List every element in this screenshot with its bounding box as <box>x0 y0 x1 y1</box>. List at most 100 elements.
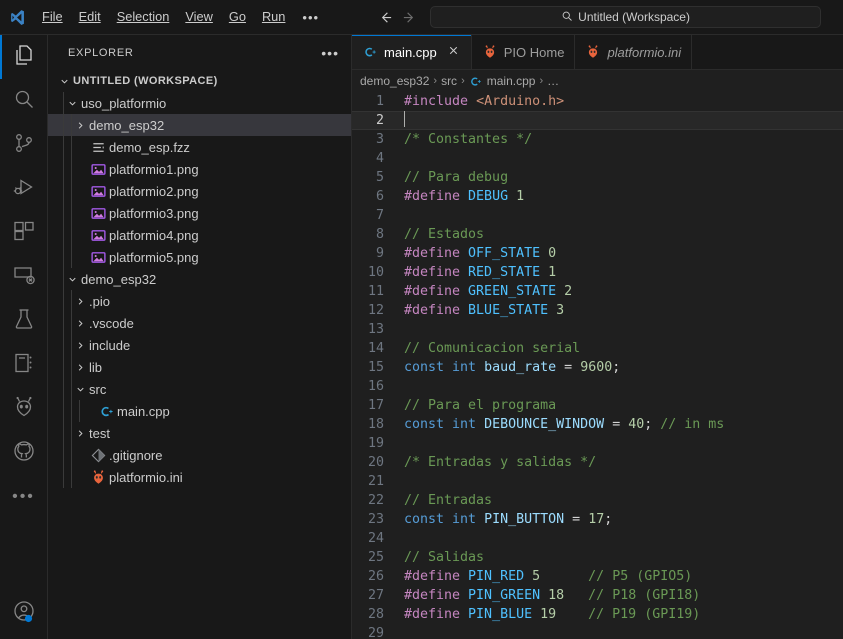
breadcrumb-segment[interactable]: main.cpp <box>487 74 536 88</box>
chevron-right-icon[interactable] <box>72 340 88 351</box>
line-number: 12 <box>367 303 384 318</box>
editor-tab-label: main.cpp <box>384 44 437 60</box>
chevron-right-icon[interactable] <box>72 428 88 439</box>
code-line[interactable]: 14 // Comunicacion serial <box>352 339 843 358</box>
menu-go[interactable]: Go <box>221 6 254 28</box>
tree-item-platformio5-png[interactable]: platformio5.png <box>48 246 351 268</box>
code-line-text: /* Entradas y salidas */ <box>404 453 596 472</box>
chevron-right-icon[interactable] <box>72 318 88 329</box>
activity-item-accounts[interactable] <box>0 591 48 635</box>
code-line[interactable]: 17 // Para el programa <box>352 396 843 415</box>
breadcrumb-segment[interactable]: demo_esp32 <box>360 74 429 88</box>
menu-view[interactable]: View <box>177 6 221 28</box>
code-line[interactable]: 4 <box>352 149 843 168</box>
chevron-right-icon[interactable] <box>72 296 88 307</box>
activity-item-source-control[interactable] <box>0 123 48 167</box>
menu-edit[interactable]: Edit <box>71 6 109 28</box>
code-line[interactable]: 18 const int DEBOUNCE_WINDOW = 40; // in … <box>352 415 843 434</box>
code-line[interactable]: 16 <box>352 377 843 396</box>
menu-file[interactable]: File <box>34 6 71 28</box>
code-line[interactable]: 12 #define BLUE_STATE 3 <box>352 301 843 320</box>
activity-item-github[interactable] <box>0 431 48 475</box>
arrow-left-icon[interactable] <box>374 6 396 28</box>
command-center-search[interactable]: Untitled (Workspace) <box>430 6 822 28</box>
activity-item-platformio[interactable] <box>0 387 48 431</box>
tree-item-pio[interactable]: .pio <box>48 290 351 312</box>
code-line[interactable]: 1 #include <Arduino.h> <box>352 92 843 111</box>
activity-item-extensions[interactable] <box>0 211 48 255</box>
code-line[interactable]: 21 <box>352 472 843 491</box>
code-line[interactable]: 29 <box>352 624 843 639</box>
navigation-arrows <box>374 6 420 28</box>
chevron-down-icon[interactable] <box>72 384 88 395</box>
activity-item-remote-explorer[interactable] <box>0 255 48 299</box>
tree-item-include[interactable]: include <box>48 334 351 356</box>
menu-more-button[interactable]: ••• <box>293 10 328 25</box>
tree-item-platformio2-png[interactable]: platformio2.png <box>48 180 351 202</box>
code-line[interactable]: 7 <box>352 206 843 225</box>
chevron-down-icon[interactable] <box>64 274 80 285</box>
code-line[interactable]: 22 // Entradas <box>352 491 843 510</box>
editor-tab-platformio-ini[interactable]: platformio.ini <box>575 35 693 69</box>
code-line[interactable]: 8 // Estados <box>352 225 843 244</box>
code-line[interactable]: 6 #define DEBUG 1 <box>352 187 843 206</box>
close-icon[interactable] <box>447 44 461 60</box>
chevron-right-icon[interactable] <box>72 120 88 131</box>
editor-tab-main-cpp[interactable]: main.cpp <box>352 35 472 69</box>
code-line[interactable]: 9 #define OFF_STATE 0 <box>352 244 843 263</box>
tree-item-demo-esp32[interactable]: demo_esp32 <box>48 268 351 290</box>
tree-item-main-cpp[interactable]: main.cpp <box>48 400 351 422</box>
tree-item-demo-esp-fzz[interactable]: demo_esp.fzz <box>48 136 351 158</box>
menu-selection[interactable]: Selection <box>109 6 178 28</box>
activity-item-run-and-debug[interactable] <box>0 167 48 211</box>
tree-item-vscode[interactable]: .vscode <box>48 312 351 334</box>
code-line[interactable]: 25 // Salidas <box>352 548 843 567</box>
tree-item-platformio-ini[interactable]: platformio.ini <box>48 466 351 488</box>
tree-item-uso-platformio[interactable]: uso_platformio <box>48 92 351 114</box>
code-line[interactable]: 20 /* Entradas y salidas */ <box>352 453 843 472</box>
code-line[interactable]: 28 #define PIN_BLUE 19 // P19 (GPI19) <box>352 605 843 624</box>
tree-item-lib[interactable]: lib <box>48 356 351 378</box>
tree-item-label: platformio2.png <box>109 183 199 199</box>
code-editor[interactable]: 1 #include <Arduino.h> 2 3/* Constantes */4… <box>352 92 843 639</box>
arrow-right-icon[interactable] <box>398 6 420 28</box>
tree-item-platformio1-png[interactable]: platformio1.png <box>48 158 351 180</box>
activity-item-notebook[interactable] <box>0 343 48 387</box>
sidebar-more-actions-button[interactable]: ••• <box>321 45 343 61</box>
code-line[interactable]: 24 <box>352 529 843 548</box>
indent-guide <box>71 466 72 488</box>
code-line[interactable]: 3 /* Constantes */ <box>352 130 843 149</box>
indent-guide <box>71 378 72 400</box>
activity-item-testing[interactable] <box>0 299 48 343</box>
tree-item-untitled-workspace[interactable]: UNTITLED (WORKSPACE) <box>48 70 351 92</box>
code-line[interactable]: 11 #define GREEN_STATE 2 <box>352 282 843 301</box>
tree-item-platformio4-png[interactable]: platformio4.png <box>48 224 351 246</box>
code-line[interactable]: 23 const int PIN_BUTTON = 17; <box>352 510 843 529</box>
sidebar-header: EXPLORER ••• <box>48 35 351 70</box>
code-line[interactable]: 2 <box>352 111 843 130</box>
code-line[interactable]: 26 #define PIN_RED 5 // P5 (GPIO5) <box>352 567 843 586</box>
chevron-down-icon[interactable] <box>64 98 80 109</box>
code-line[interactable]: 27 #define PIN_GREEN 18 // P18 (GPI18) <box>352 586 843 605</box>
activity-item-explorer[interactable] <box>0 35 48 79</box>
image-icon <box>88 250 108 265</box>
menu-file-label: File <box>42 9 63 24</box>
code-line[interactable]: 19 <box>352 434 843 453</box>
chevron-down-icon[interactable] <box>56 76 72 87</box>
menu-run[interactable]: Run <box>254 6 293 28</box>
code-line[interactable]: 15 const int baud_rate = 9600; <box>352 358 843 377</box>
activity-item-more-views[interactable]: ••• <box>0 475 48 519</box>
tree-item-test[interactable]: test <box>48 422 351 444</box>
tree-item-src[interactable]: src <box>48 378 351 400</box>
breadcrumb-segment[interactable]: src <box>441 74 457 88</box>
code-line[interactable]: 5 // Para debug <box>352 168 843 187</box>
tree-item-gitignore[interactable]: .gitignore <box>48 444 351 466</box>
breadcrumb-segment[interactable]: … <box>547 74 559 88</box>
chevron-right-icon[interactable] <box>72 362 88 373</box>
code-line[interactable]: 10 #define RED_STATE 1 <box>352 263 843 282</box>
tree-item-platformio3-png[interactable]: platformio3.png <box>48 202 351 224</box>
tree-item-demo-esp32[interactable]: demo_esp32 <box>48 114 351 136</box>
editor-tab-pio-home[interactable]: PIO Home <box>471 35 576 69</box>
code-line[interactable]: 13 <box>352 320 843 339</box>
activity-item-search[interactable] <box>0 79 48 123</box>
